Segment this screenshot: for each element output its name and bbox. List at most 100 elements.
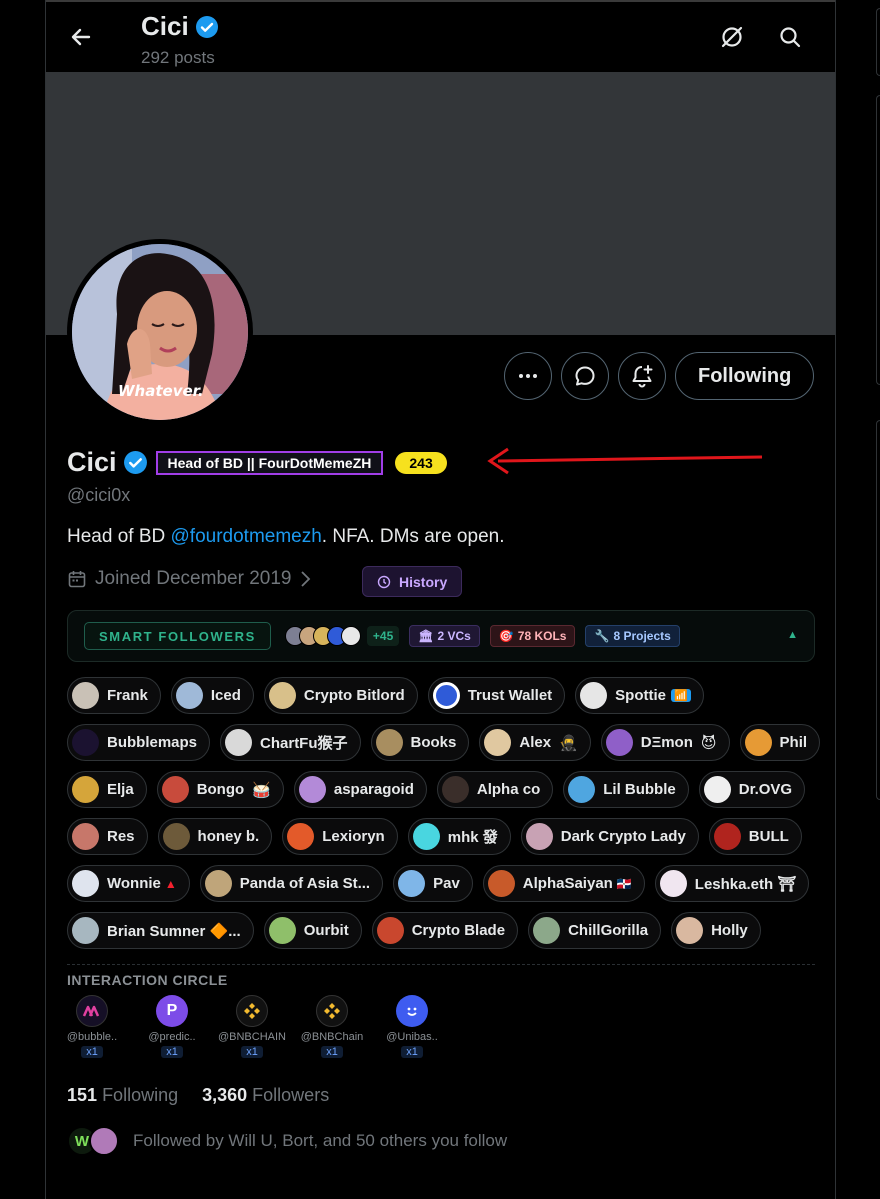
grok-button[interactable] <box>717 22 747 52</box>
avatar-image: Whatever. <box>72 244 248 420</box>
follower-pill[interactable]: Ourbit <box>263 912 362 949</box>
follower-pill[interactable]: Phil <box>739 724 821 761</box>
smart-followers-panel[interactable]: SMART FOLLOWERS +45 🏛 2 VCs 🎯 78 KOLs 🔧 … <box>67 610 815 662</box>
follower-name: Leshka.eth ⛩ <box>694 875 797 893</box>
notifications-button[interactable] <box>618 352 666 400</box>
follower-pill[interactable]: Bubblemaps <box>67 724 211 761</box>
join-date-row[interactable]: Joined December 2019 <box>67 568 311 590</box>
follower-pill[interactable]: DΞmon 😈 <box>600 724 730 761</box>
more-button[interactable] <box>504 352 552 400</box>
avatar <box>605 729 633 756</box>
wrench-icon: 🔧 <box>594 629 610 643</box>
follower-pill[interactable]: Panda of Asia St... <box>199 865 384 902</box>
follower-pill[interactable]: Alex 🥷 <box>479 724 591 761</box>
right-panel-edge <box>876 420 880 800</box>
collapse-caret-icon[interactable]: ▲ <box>787 629 798 641</box>
bio-mention-link[interactable]: @fourdotmemezh <box>171 526 322 547</box>
wifi-icon: 📶 <box>671 689 691 702</box>
follower-pill[interactable]: Pav <box>393 865 473 902</box>
follower-pill[interactable]: Crypto Blade <box>371 912 519 949</box>
kols-chip[interactable]: 🎯 78 KOLs <box>489 625 576 647</box>
bio-text-end: . NFA. DMs are open. <box>321 526 505 547</box>
follower-pill[interactable]: Frank <box>67 677 161 714</box>
avatar <box>268 917 296 944</box>
follower-pill[interactable]: Res <box>67 818 148 855</box>
follower-name: Phil <box>779 734 808 751</box>
kols-count: 78 KOLs <box>517 629 567 643</box>
follower-pill[interactable]: Lexioryn <box>282 818 398 855</box>
avatar <box>525 823 553 850</box>
follower-name: Bubblemaps <box>107 734 198 751</box>
follow-stats: 151 Following 3,360 Followers <box>67 1085 329 1106</box>
clock-icon <box>377 575 391 588</box>
follower-name: Ourbit <box>303 922 349 939</box>
follower-pill[interactable]: Elja <box>67 771 147 808</box>
followers-link[interactable]: 3,360 Followers <box>202 1085 329 1106</box>
follower-pill[interactable]: Dark Crypto Lady <box>520 818 699 855</box>
follower-pill[interactable]: Spottie 📶 <box>575 677 704 714</box>
search-button[interactable] <box>775 22 805 52</box>
bank-icon: 🏛 <box>418 629 434 643</box>
followed-by-row[interactable]: W Followed by Will U, Bort, and 50 other… <box>67 1126 507 1156</box>
profile-column: Cici 292 posts Whatever. Following Cici … <box>46 0 835 1199</box>
interaction-handle: @bubble.. <box>66 1031 118 1043</box>
follower-name: Pav <box>433 875 460 892</box>
follower-pill[interactable]: Trust Wallet <box>427 677 566 714</box>
vcs-chip[interactable]: 🏛 2 VCs <box>409 625 480 647</box>
history-button[interactable]: History <box>362 566 463 597</box>
follower-pill[interactable]: Books <box>370 724 470 761</box>
follower-pill[interactable]: Dr.OVG <box>698 771 806 808</box>
back-button[interactable] <box>64 20 98 54</box>
follower-pill[interactable]: Crypto Bitlord <box>263 677 418 714</box>
followers-row: Res honey b. Lexioryn mhk 發 Dark Crypto … <box>67 818 827 855</box>
avatar <box>175 682 203 709</box>
avatar <box>676 917 704 944</box>
follower-name: Wonnie <box>107 875 161 892</box>
profile-avatar[interactable]: Whatever. <box>67 239 253 425</box>
follower-pill[interactable]: Lil Bubble <box>563 771 689 808</box>
following-link[interactable]: 151 Following <box>67 1085 178 1106</box>
follower-pill[interactable]: BULL <box>708 818 802 855</box>
interaction-item[interactable]: @BNBChain x1 <box>292 995 372 1058</box>
followers-row: Bubblemaps ChartFu猴子 Books Alex 🥷 DΞmon 😈 … <box>67 724 827 761</box>
follower-pill[interactable]: Iced <box>170 677 254 714</box>
follower-pill[interactable]: Alpha co <box>436 771 554 808</box>
role-badge[interactable]: Head of BD || FourDotMemeZH <box>155 450 384 475</box>
avatar <box>568 776 596 803</box>
message-button[interactable] <box>561 352 609 400</box>
avatar <box>162 823 190 850</box>
follower-pill[interactable]: honey b. <box>157 818 273 855</box>
interaction-item[interactable]: P @predic.. x1 <box>132 995 212 1058</box>
follower-pill[interactable]: asparagoid <box>293 771 427 808</box>
avatar <box>72 682 99 709</box>
follower-pill[interactable]: AlphaSaiyan 🇩🇴 <box>482 865 645 902</box>
follower-pill[interactable]: Wonnie ▲ <box>67 865 190 902</box>
follower-name: Lexioryn <box>322 828 385 845</box>
smart-followers-more[interactable]: +45 <box>366 626 400 646</box>
follower-name: Panda of Asia St... <box>239 875 371 892</box>
follower-pill[interactable]: Bongo 🥁 <box>156 771 284 808</box>
smiley-icon <box>407 1007 417 1016</box>
projects-chip[interactable]: 🔧 8 Projects <box>585 625 680 647</box>
follower-pill[interactable]: Leshka.eth ⛩ <box>654 865 810 902</box>
interaction-item[interactable]: @Unibas.. x1 <box>372 995 452 1058</box>
interaction-item[interactable]: @BNBCHAIN x1 <box>212 995 292 1058</box>
search-icon <box>780 27 801 48</box>
score-badge[interactable]: 243 <box>395 451 447 474</box>
follower-name: Dr.OVG <box>738 781 793 798</box>
follower-pill[interactable]: ChillGorilla <box>528 912 662 949</box>
follower-pill[interactable]: ChartFu猴子 <box>220 724 361 761</box>
follower-pill[interactable]: Holly <box>671 912 761 949</box>
profile-name: Cici <box>67 447 117 477</box>
drum-icon: 🥁 <box>252 781 271 799</box>
avatar <box>72 776 99 803</box>
avatar <box>72 870 99 897</box>
avatar <box>72 729 99 756</box>
avatar <box>533 917 561 944</box>
followed-by-text: Followed by Will U, Bort, and 50 others … <box>133 1131 508 1150</box>
follower-pill[interactable]: Brian Sumner 🔶... <box>67 912 254 949</box>
following-button[interactable]: Following <box>675 352 815 400</box>
follower-pill[interactable]: mhk 發 <box>407 818 511 855</box>
followers-row: Wonnie ▲ Panda of Asia St... Pav AlphaSai… <box>67 865 827 902</box>
interaction-item[interactable]: @bubble.. x1 <box>52 995 132 1058</box>
